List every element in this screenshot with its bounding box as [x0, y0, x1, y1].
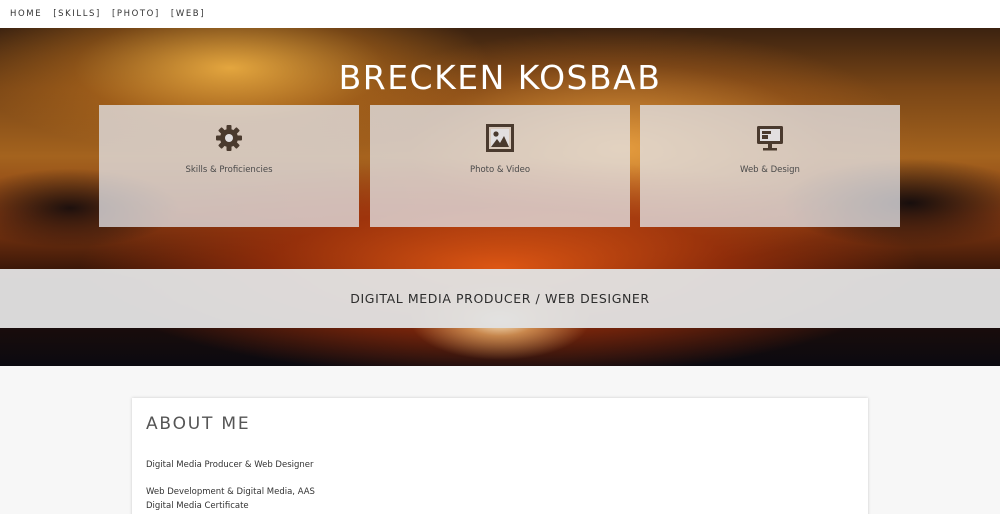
about-line-degree: Web Development & Digital Media, AAS — [146, 487, 315, 497]
nav-web-link[interactable]: [WEB] — [171, 9, 205, 19]
skills-card[interactable]: Skills & Proficiencies — [99, 105, 359, 227]
web-card-label: Web & Design — [740, 165, 800, 175]
picture-icon — [486, 124, 514, 152]
monitor-icon — [757, 126, 783, 151]
about-section: ABOUT ME Digital Media Producer & Web De… — [132, 398, 868, 514]
hero-banner: BRECKEN KOSBAB Skills & Proficiencies Ph… — [0, 28, 1000, 366]
nav-skills-link[interactable]: [SKILLS] — [53, 9, 101, 19]
web-card[interactable]: Web & Design — [640, 105, 900, 227]
tagline: DIGITAL MEDIA PRODUCER / WEB DESIGNER — [350, 291, 650, 306]
top-navigation: HOME [SKILLS] [PHOTO] [WEB] — [0, 0, 1000, 28]
about-line-certificate: Digital Media Certificate — [146, 501, 249, 511]
about-heading: ABOUT ME — [146, 414, 251, 434]
site-title: BRECKEN KOSBAB — [338, 58, 662, 97]
photo-card[interactable]: Photo & Video — [370, 105, 630, 227]
about-line-role: Digital Media Producer & Web Designer — [146, 460, 314, 470]
nav-home-link[interactable]: HOME — [10, 9, 42, 19]
nav-photo-link[interactable]: [PHOTO] — [112, 9, 160, 19]
gear-icon — [216, 125, 242, 151]
photo-card-label: Photo & Video — [469, 165, 531, 175]
skills-card-label: Skills & Proficiencies — [185, 165, 273, 175]
tagline-band: DIGITAL MEDIA PRODUCER / WEB DESIGNER — [0, 269, 1000, 328]
